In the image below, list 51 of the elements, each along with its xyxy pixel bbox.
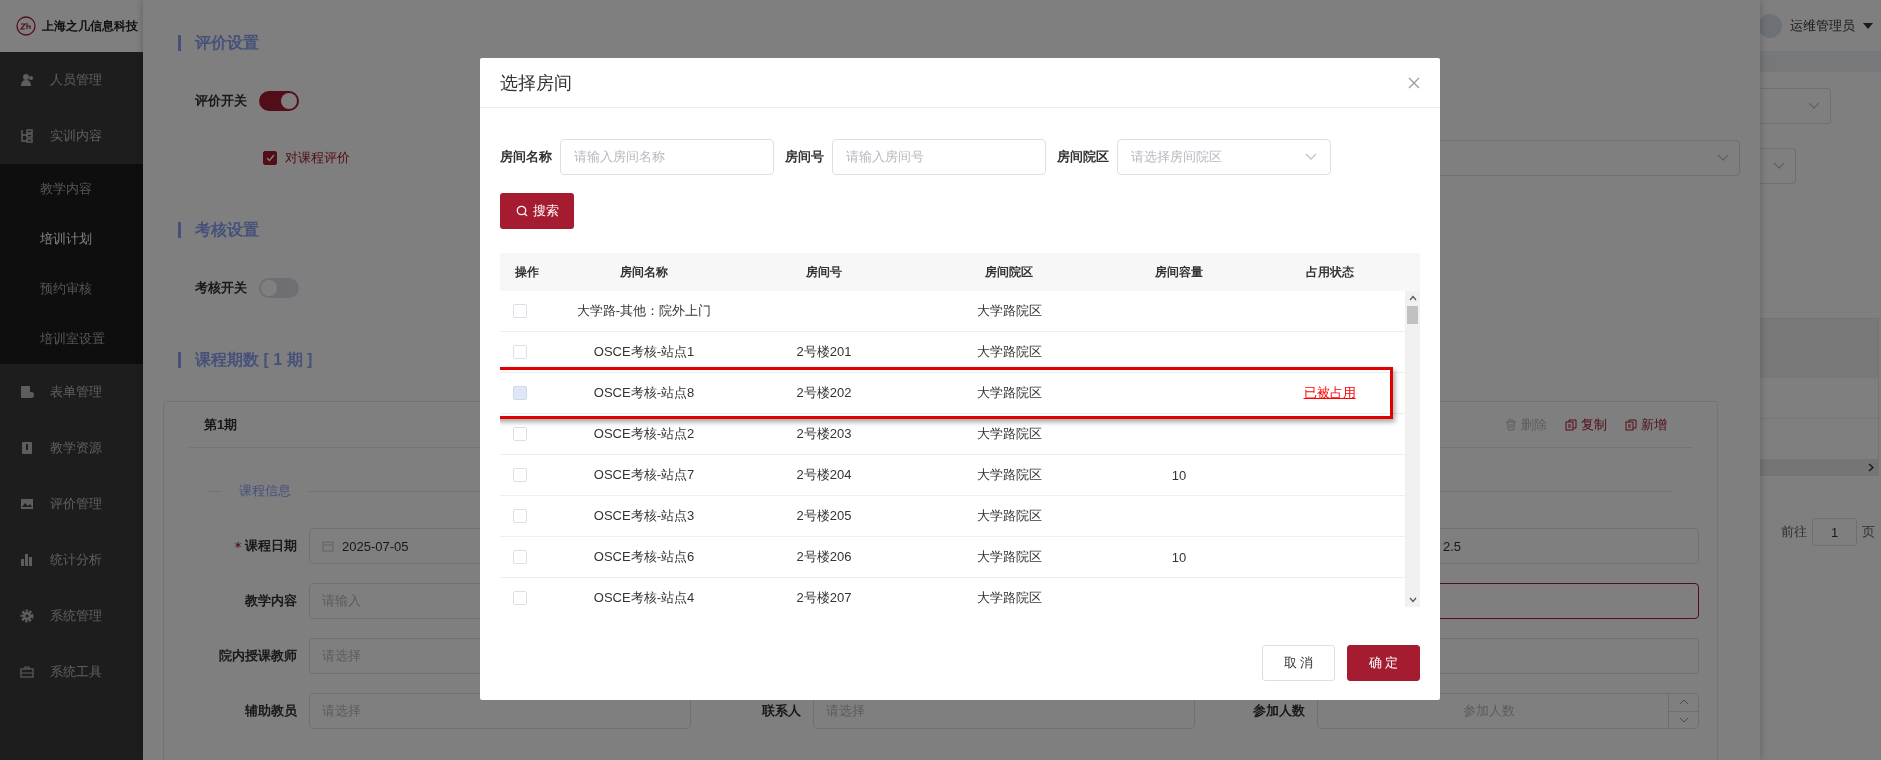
table-cell-text: 2号楼201 — [795, 343, 853, 361]
column-header: 房间名称 — [619, 263, 669, 281]
table-cell-text: OSCE考核-站点1 — [592, 343, 696, 361]
column-header: 占用状态 — [1304, 263, 1355, 281]
field-label: 院内授课教师 — [218, 647, 297, 665]
table-cell-text: 大学路院区 — [975, 589, 1043, 607]
table-cell-text: OSCE考核-站点8 — [592, 384, 696, 402]
divider-label: 课程信息 — [239, 482, 291, 500]
filter-label: 房间名称 — [500, 148, 552, 166]
table-cell-text: OSCE考核-站点7 — [592, 466, 696, 484]
table-cell-text: 大学路院区 — [975, 384, 1043, 402]
table-cell-text: 2号楼206 — [795, 548, 853, 566]
column-header: 房间号 — [805, 263, 843, 281]
table-cell-text: 10 — [1170, 548, 1188, 567]
field-label: 课程日期 — [187, 537, 297, 555]
table-cell-text: 2号楼205 — [795, 507, 853, 525]
table-cell-text: 2号楼207 — [795, 589, 853, 607]
table-cell-text: 2号楼202 — [795, 384, 853, 402]
section-title: 课程期数 [ 1 期 ] — [195, 349, 313, 370]
column-header: 房间容量 — [1154, 263, 1204, 281]
field-label: 辅助教员 — [244, 702, 297, 720]
dialog-title: 选择房间 — [500, 71, 572, 95]
table-cell-text: 大学路院区 — [975, 343, 1043, 361]
field-label: 联系人 — [761, 702, 801, 720]
column-header: 房间院区 — [984, 263, 1034, 281]
field-label: 参加人数 — [1252, 702, 1305, 720]
table-cell-text: OSCE考核-站点3 — [592, 507, 696, 525]
page-suffix: 页 — [1862, 523, 1875, 541]
column-header: 操作 — [514, 263, 540, 281]
table-cell-text: OSCE考核-站点6 — [592, 548, 696, 566]
table-cell-text: OSCE考核-站点2 — [592, 425, 696, 443]
table-cell-text: 大学路院区 — [975, 548, 1043, 566]
switch-label: 评价开关 — [195, 92, 247, 110]
table-cell-text: 大学路院区 — [975, 302, 1043, 320]
goto-label: 前往 — [1781, 523, 1807, 541]
filter-label: 房间院区 — [1057, 148, 1109, 166]
table-cell-text: OSCE考核-站点4 — [592, 589, 696, 607]
table-cell-text: 10 — [1170, 466, 1188, 485]
table-cell-text: 大学路院区 — [975, 466, 1043, 484]
company-name: 上海之几信息科技 — [42, 17, 138, 35]
section-title: 考核设置 — [195, 219, 259, 240]
table-cell-text: 大学路-其他：院外上门 — [575, 302, 713, 320]
table-cell-text: 大学路院区 — [975, 507, 1043, 525]
card-title: 第1期 — [204, 415, 238, 434]
table-cell-text: 2号楼204 — [795, 466, 853, 484]
field-label: 教学内容 — [244, 592, 297, 610]
switch-label: 考核开关 — [195, 279, 247, 297]
filter-label: 房间号 — [785, 148, 824, 166]
section-title: 评价设置 — [195, 32, 259, 53]
table-cell-text: 2号楼203 — [795, 425, 853, 443]
table-cell-text: 大学路院区 — [975, 425, 1043, 443]
